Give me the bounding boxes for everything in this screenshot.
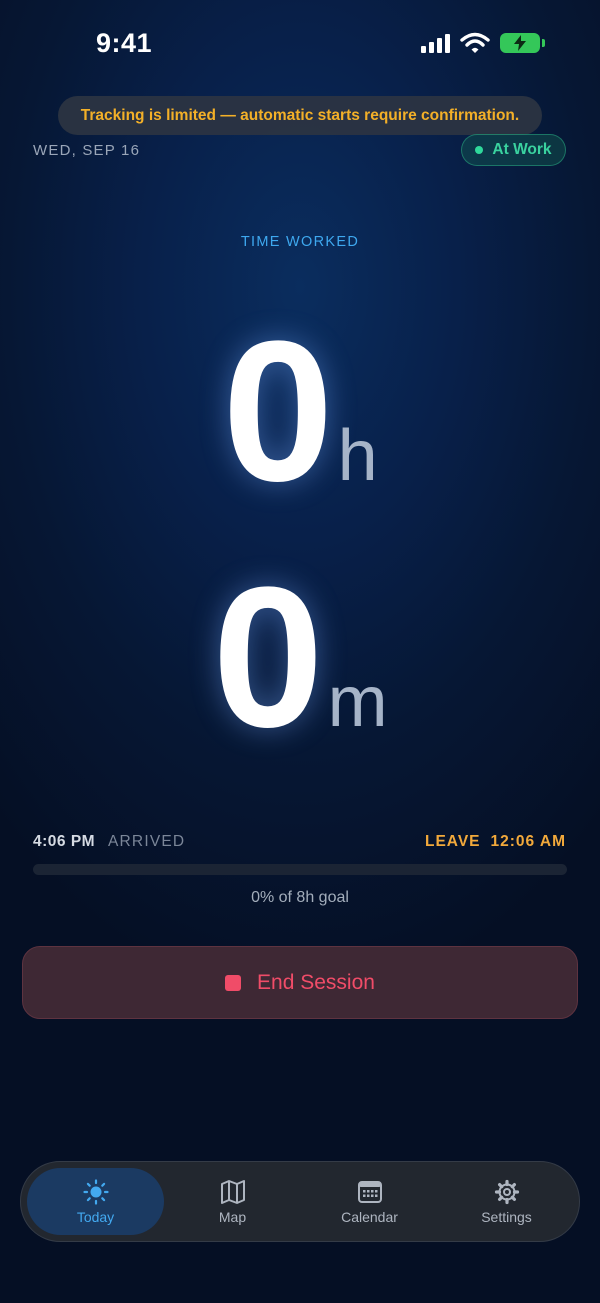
date-label: WED, SEP 16: [33, 142, 141, 159]
tab-bar: Today Map Calendar Settings: [20, 1161, 580, 1242]
time-worked-label: TIME WORKED: [240, 234, 360, 250]
end-session-button[interactable]: End Session: [22, 946, 578, 1019]
end-session-label: End Session: [257, 970, 375, 994]
hours-display: 0h: [0, 312, 600, 512]
hours-unit: h: [337, 416, 378, 496]
tab-settings[interactable]: Settings: [438, 1168, 575, 1235]
battery-icon: [500, 33, 545, 53]
goal-progress-bar: [33, 864, 567, 875]
minutes-display: 0m: [0, 558, 600, 758]
tab-settings-label: Settings: [481, 1208, 532, 1225]
map-icon: [220, 1179, 245, 1204]
tab-today-label: Today: [76, 1208, 115, 1225]
arrived-time: 4:06 PM: [33, 833, 96, 850]
minutes-value: 0: [212, 546, 324, 769]
minutes-unit: m: [327, 662, 388, 742]
leave-time: 12:06 AM: [490, 833, 566, 850]
wifi-icon: [460, 32, 490, 53]
status-bar: 9:41: [0, 0, 600, 88]
tracking-limited-banner: Tracking is limited — automatic starts r…: [58, 96, 542, 135]
charging-bolt-icon: [514, 35, 526, 51]
tab-today[interactable]: Today: [27, 1168, 164, 1235]
hours-value: 0: [222, 300, 334, 523]
leave-info: LEAVE 12:06 AM: [425, 833, 566, 851]
arrived-label: ARRIVED: [108, 833, 186, 850]
status-badge-label: At Work: [492, 141, 552, 158]
gear-icon: [494, 1179, 519, 1204]
calendar-icon: [357, 1180, 382, 1203]
status-dot-icon: [475, 146, 484, 154]
status-time: 9:41: [96, 28, 153, 58]
tab-calendar[interactable]: Calendar: [301, 1168, 438, 1235]
tab-map[interactable]: Map: [164, 1168, 301, 1235]
leave-label: LEAVE: [424, 833, 481, 850]
tab-calendar-label: Calendar: [341, 1208, 398, 1225]
tab-map-label: Map: [218, 1208, 247, 1225]
stop-icon: [225, 974, 242, 991]
status-icons: [421, 32, 545, 54]
status-badge: At Work: [461, 134, 566, 166]
goal-text: 0% of 8h goal: [251, 889, 349, 906]
sun-icon: [82, 1178, 109, 1205]
cellular-signal-icon: [421, 33, 450, 53]
